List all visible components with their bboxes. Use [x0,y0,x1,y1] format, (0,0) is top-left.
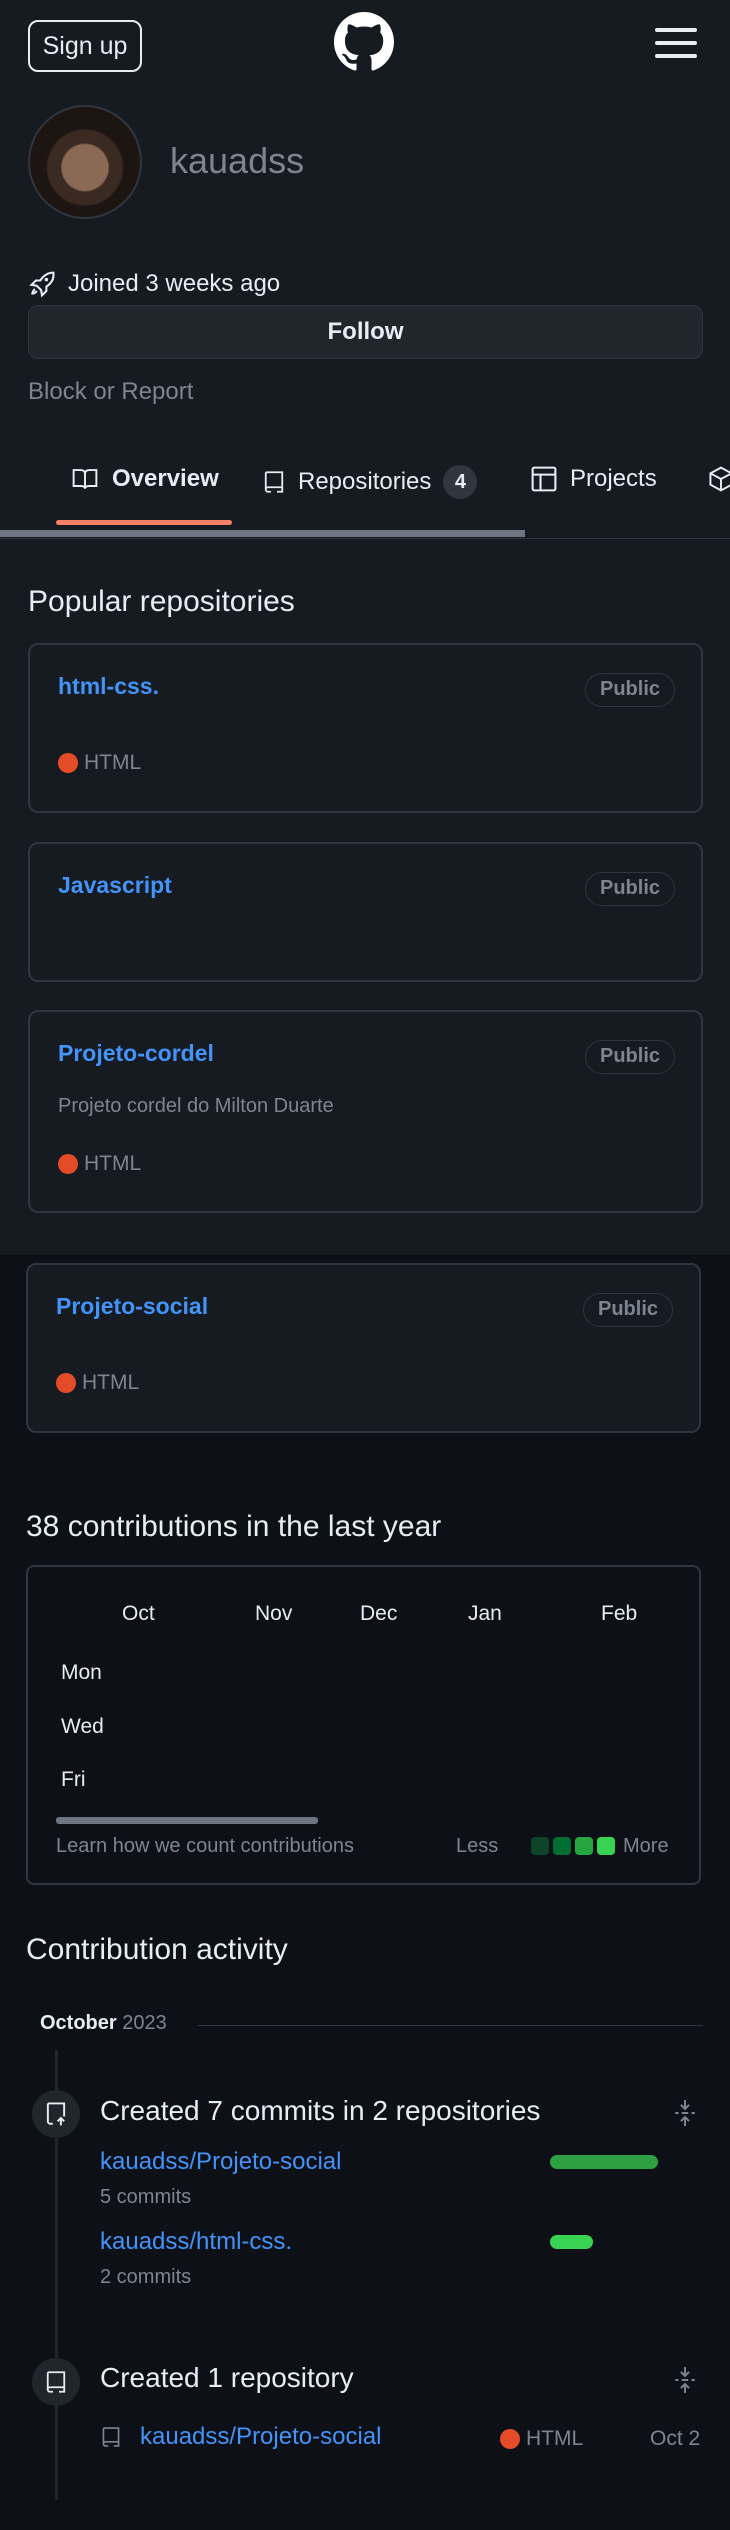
day-label: Fri [61,1768,86,1791]
table-icon [531,466,557,492]
legend-less-label: Less [456,1835,499,1857]
repo-name-link[interactable]: Projeto-social [56,1293,208,1320]
repo-description: Projeto cordel do Milton Duarte [58,1095,334,1117]
joined-text: Joined 3 weeks ago [68,270,281,297]
avatar[interactable] [28,105,142,219]
commits-activity-title: Created 7 commits in 2 repositories [100,2095,541,2126]
tab-overview-label: Overview [112,465,219,492]
tab-projects-label: Projects [570,465,657,492]
fold-icon[interactable] [672,2098,698,2128]
fold-icon[interactable] [672,2365,698,2395]
repo-card: Projeto-cordel Public Projeto cordel do … [28,1010,703,1213]
profile-username: kauadss [170,140,305,181]
legend-square [531,1837,549,1855]
activity-repo-link[interactable]: kauadss/html-css. [100,2228,292,2256]
hamburger-menu-icon[interactable] [655,28,697,58]
visibility-badge: Public [584,1040,675,1074]
rocket-icon [29,271,55,298]
day-label: Mon [61,1661,102,1684]
legend-more-label: More [623,1835,669,1857]
activity-repo-link[interactable]: kauadss/Projeto-social [100,2148,341,2176]
tab-repositories[interactable]: Repositories 4 [262,465,478,499]
block-or-report-link[interactable]: Block or Report [28,378,193,406]
repo-icon [102,2427,120,2447]
repo-icon [264,471,284,493]
graph-scrollbar[interactable] [56,1817,318,1824]
contribution-graph: Oct Nov Dec Jan Feb Mon Wed Fri Learn ho… [26,1565,701,1885]
language-label: HTML [84,1152,142,1175]
tabs-scrollbar[interactable] [0,530,525,537]
month-label: Feb [601,1602,638,1625]
language-color-dot [58,753,78,773]
legend-square [597,1837,615,1855]
tab-packages[interactable] [708,465,730,493]
created-repo-language: HTML [500,2427,583,2451]
legend-square [553,1837,571,1855]
repo-name-link[interactable]: Javascript [58,872,172,899]
period-month: October [40,2012,117,2034]
month-label: Jan [468,1602,502,1625]
language-label: HTML [526,2427,584,2450]
commit-count: 2 commits [100,2266,192,2288]
commit-share-bar [550,2155,658,2169]
month-label: Dec [360,1602,398,1625]
language-color-dot [500,2429,520,2449]
package-icon [709,466,730,492]
repo-name-link[interactable]: Projeto-cordel [58,1040,214,1067]
legend-square [575,1837,593,1855]
repo-language: HTML [58,1152,141,1176]
language-color-dot [58,1154,78,1174]
tabs-divider [0,538,730,539]
contribution-activity-title: Contribution activity [26,1933,288,1966]
month-label: Nov [255,1602,293,1625]
profile-tabs: Overview Repositories 4 Projects [0,455,730,540]
language-label: HTML [82,1371,140,1394]
repo-card: html-css. Public HTML [28,643,703,813]
commit-share-bar [550,2235,593,2249]
created-repo-title: Created 1 repository [100,2362,354,2393]
repo-language: HTML [58,751,141,775]
month-label: Oct [122,1602,155,1625]
repo-push-icon [32,2090,80,2138]
day-label: Wed [61,1715,104,1738]
period-year: 2023 [122,2012,167,2034]
joined-info: Joined 3 weeks ago [28,270,280,298]
activity-period: October 2023 [40,2012,167,2035]
created-repo-link[interactable]: kauadss/Projeto-social [140,2423,381,2451]
period-divider [198,2025,703,2026]
visibility-badge: Public [584,673,675,707]
sign-up-button[interactable]: Sign up [28,20,142,72]
contributions-title: 38 contributions in the last year [26,1510,442,1543]
active-tab-indicator [56,520,232,525]
repo-card: Projeto-social Public HTML [26,1263,701,1433]
repo-card: Javascript Public [28,842,703,982]
repo-language: HTML [56,1371,139,1395]
visibility-badge: Public [582,1293,673,1327]
follow-button[interactable]: Follow [28,305,703,359]
learn-contributions-link[interactable]: Learn how we count contributions [56,1835,354,1858]
created-date: Oct 2 [650,2427,701,2450]
popular-repositories-title: Popular repositories [28,585,295,618]
tab-overview[interactable]: Overview [70,465,219,493]
language-color-dot [56,1373,76,1393]
visibility-badge: Public [584,872,675,906]
book-icon [72,469,98,489]
repo-icon [32,2358,80,2406]
tab-repositories-label: Repositories [298,468,432,495]
github-logo-icon[interactable] [334,12,394,72]
tab-projects[interactable]: Projects [530,465,657,493]
language-label: HTML [84,751,142,774]
commit-count: 5 commits [100,2186,192,2208]
repositories-count-badge: 4 [443,465,478,499]
repo-name-link[interactable]: html-css. [58,673,159,700]
